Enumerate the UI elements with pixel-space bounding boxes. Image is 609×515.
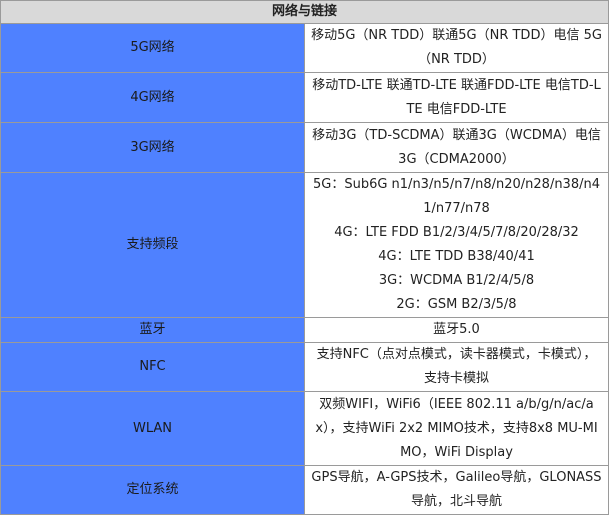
row-value-bluetooth: 蓝牙5.0 bbox=[304, 317, 609, 343]
value-line: 移动5G（NR TDD）联通5G（NR TDD）电信 5G（NR TDD） bbox=[311, 28, 602, 67]
value-line: 5G：Sub6G n1/n3/n5/n7/n8/n20/n28/n38/n41/… bbox=[312, 177, 600, 216]
row-value-nfc: 支持NFC（点对点模式，读卡器模式，卡模式），支持卡模拟 bbox=[304, 342, 609, 392]
value-line: 4G：LTE FDD B1/2/3/4/5/7/8/20/28/32 bbox=[334, 225, 579, 240]
table-row: 蓝牙 蓝牙5.0 bbox=[0, 317, 609, 343]
section-title: 网络与链接 bbox=[0, 0, 609, 24]
row-label-bluetooth: 蓝牙 bbox=[0, 317, 305, 343]
value-line: 2G：GSM B2/3/5/8 bbox=[396, 297, 517, 312]
value-line: 双频WIFI，WiFi6（IEEE 802.11 a/b/g/n/ac/ax），… bbox=[315, 396, 598, 460]
table-row: 定位系统 GPS导航，A-GPS技术，Galileo导航，GLONASS导航，北… bbox=[0, 465, 609, 515]
row-label-5g: 5G网络 bbox=[0, 23, 305, 73]
value-line: GPS导航，A-GPS技术，Galileo导航，GLONASS导航，北斗导航 bbox=[311, 470, 602, 509]
table-row: NFC 支持NFC（点对点模式，读卡器模式，卡模式），支持卡模拟 bbox=[0, 342, 609, 392]
value-line: 移动3G（TD-SCDMA）联通3G（WCDMA）电信3G（CDMA2000） bbox=[312, 127, 601, 167]
row-label-4g: 4G网络 bbox=[0, 72, 305, 123]
value-line: 移动TD-LTE 联通TD-LTE 联通FDD-LTE 电信TD-LTE 电信F… bbox=[312, 77, 601, 117]
table-row: 5G网络 移动5G（NR TDD）联通5G（NR TDD）电信 5G（NR TD… bbox=[0, 23, 609, 73]
table-row: 4G网络 移动TD-LTE 联通TD-LTE 联通FDD-LTE 电信TD-LT… bbox=[0, 72, 609, 123]
row-value-positioning: GPS导航，A-GPS技术，Galileo导航，GLONASS导航，北斗导航 bbox=[304, 465, 609, 515]
row-value-5g: 移动5G（NR TDD）联通5G（NR TDD）电信 5G（NR TDD） bbox=[304, 23, 609, 73]
table-row: 支持频段 5G：Sub6G n1/n3/n5/n7/n8/n20/n28/n38… bbox=[0, 172, 609, 318]
row-label-bands: 支持频段 bbox=[0, 172, 305, 318]
row-value-bands: 5G：Sub6G n1/n3/n5/n7/n8/n20/n28/n38/n41/… bbox=[304, 172, 609, 318]
row-value-3g: 移动3G（TD-SCDMA）联通3G（WCDMA）电信3G（CDMA2000） bbox=[304, 122, 609, 173]
table-row: 3G网络 移动3G（TD-SCDMA）联通3G（WCDMA）电信3G（CDMA2… bbox=[0, 122, 609, 173]
value-line: 蓝牙5.0 bbox=[433, 322, 480, 337]
table-header-row: 网络与链接 bbox=[0, 0, 609, 24]
value-line: 支持NFC（点对点模式，读卡器模式，卡模式），支持卡模拟 bbox=[316, 347, 597, 386]
spec-table: 网络与链接 5G网络 移动5G（NR TDD）联通5G（NR TDD）电信 5G… bbox=[0, 0, 609, 515]
row-value-wlan: 双频WIFI，WiFi6（IEEE 802.11 a/b/g/n/ac/ax），… bbox=[304, 391, 609, 466]
table-row: WLAN 双频WIFI，WiFi6（IEEE 802.11 a/b/g/n/ac… bbox=[0, 391, 609, 466]
value-line: 3G：WCDMA B1/2/4/5/8 bbox=[378, 273, 535, 288]
row-label-wlan: WLAN bbox=[0, 391, 305, 466]
value-line: 4G：LTE TDD B38/40/41 bbox=[378, 249, 535, 264]
row-label-3g: 3G网络 bbox=[0, 122, 305, 173]
row-value-4g: 移动TD-LTE 联通TD-LTE 联通FDD-LTE 电信TD-LTE 电信F… bbox=[304, 72, 609, 123]
row-label-positioning: 定位系统 bbox=[0, 465, 305, 515]
row-label-nfc: NFC bbox=[0, 342, 305, 392]
